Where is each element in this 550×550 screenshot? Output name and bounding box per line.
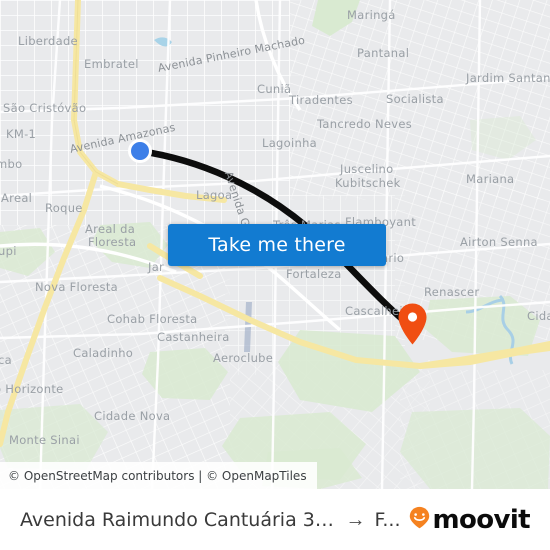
map-attribution[interactable]: © OpenStreetMap contributors | © OpenMap… — [0, 462, 317, 489]
route-footer-bar: Avenida Raimundo Cantuária 3849 Nova Por… — [0, 489, 550, 550]
footer-origin-address: Avenida Raimundo Cantuária 3849 Nova Por… — [20, 508, 336, 531]
destination-pin-marker[interactable] — [398, 303, 427, 345]
moovit-map-screen: Liberdade Embratel Maringá Pantanal Jardim S… — [0, 0, 550, 550]
arrow-right-icon: → — [345, 508, 366, 531]
moovit-wordmark: moovit — [432, 504, 530, 535]
moovit-logo[interactable]: moovit — [409, 504, 531, 535]
origin-dot-marker[interactable] — [128, 139, 152, 163]
take-me-there-button[interactable]: Take me there — [168, 224, 386, 266]
moovit-pin-icon — [409, 506, 430, 534]
map-canvas[interactable]: Liberdade Embratel Maringá Pantanal Jardim S… — [0, 0, 550, 489]
footer-destination-address: F... — [374, 508, 401, 531]
